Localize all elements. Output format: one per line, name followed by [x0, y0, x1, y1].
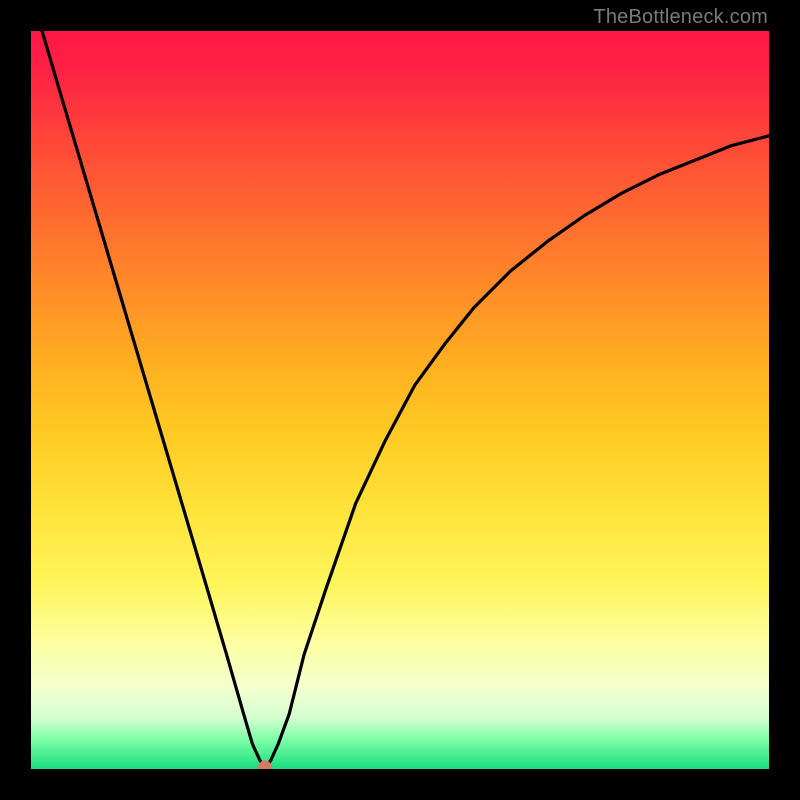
chart-frame: TheBottleneck.com: [0, 0, 800, 800]
plot-area: [31, 31, 769, 769]
curve-layer: [31, 31, 769, 769]
attribution-text: TheBottleneck.com: [593, 6, 768, 29]
bottleneck-curve: [42, 31, 769, 768]
